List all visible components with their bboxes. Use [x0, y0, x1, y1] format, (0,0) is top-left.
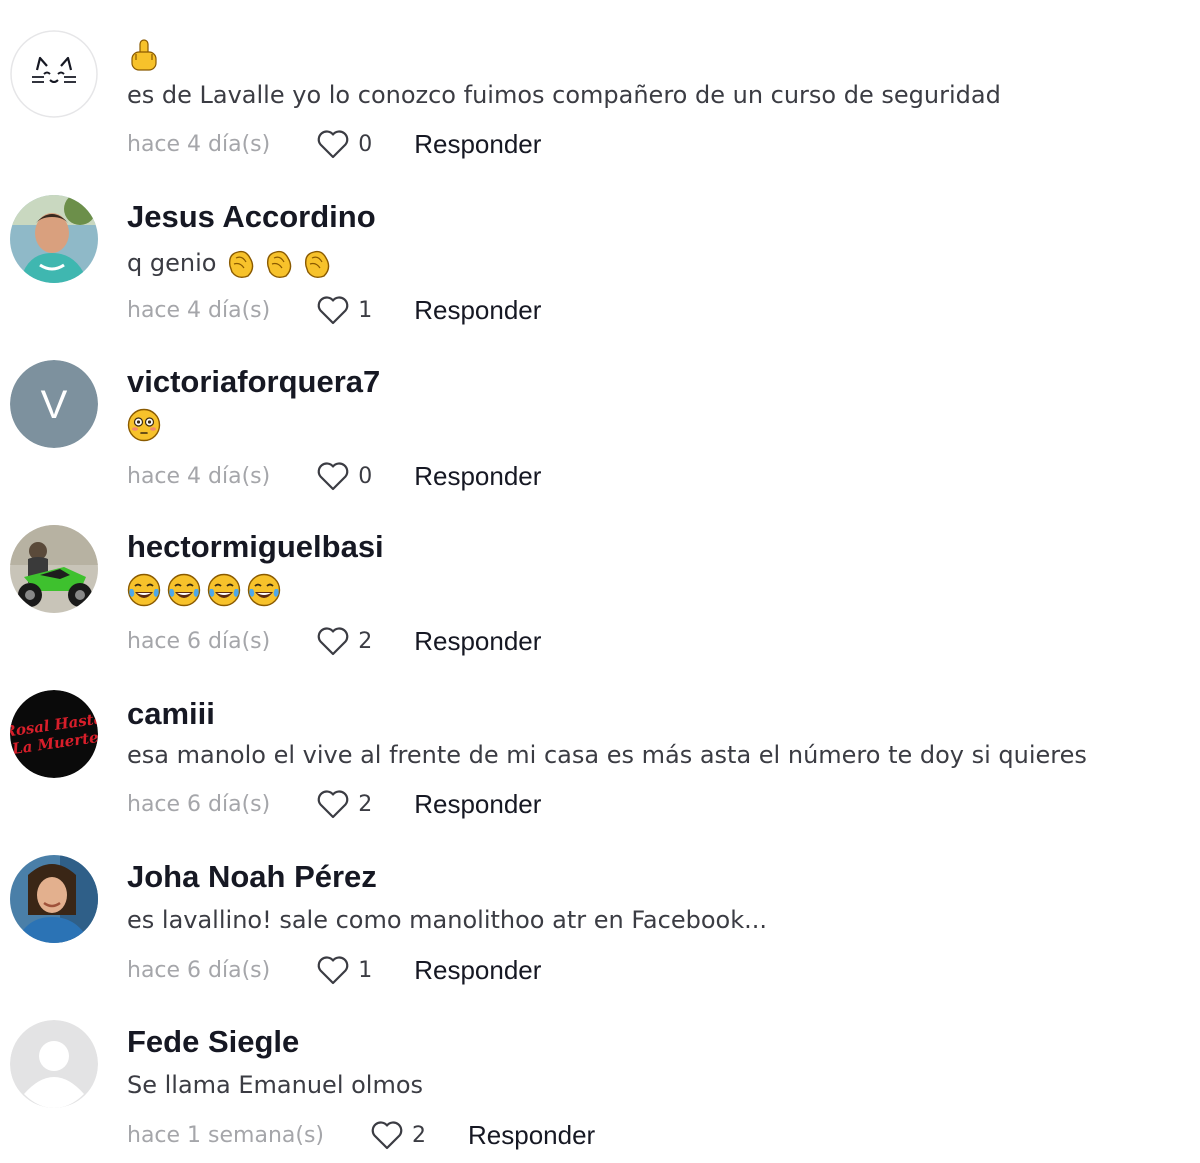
- avatar[interactable]: [10, 195, 98, 283]
- reply-button[interactable]: Responder: [414, 789, 541, 820]
- middle-finger-emoji: [127, 38, 161, 72]
- like-button[interactable]: 2: [316, 788, 372, 820]
- heart-icon: [317, 790, 349, 819]
- motorcycle-photo: [10, 525, 98, 613]
- comment-emoji-line: [127, 573, 281, 607]
- like-button[interactable]: 2: [316, 625, 372, 657]
- comment-meta: hace 1 semana(s) 2 Responder: [127, 1117, 595, 1153]
- comment-meta: hace 4 día(s) 0 Responder: [127, 458, 541, 494]
- reply-button[interactable]: Responder: [414, 955, 541, 986]
- comment-meta: hace 6 día(s) 2 Responder: [127, 786, 541, 822]
- comment-author[interactable]: Fede Siegle: [127, 1024, 299, 1060]
- tears-of-joy-emoji: [207, 573, 241, 607]
- comment-meta: hace 6 día(s) 2 Responder: [127, 623, 541, 659]
- comment-text: es de Lavalle yo lo conozco fuimos compa…: [127, 81, 1001, 109]
- heart-icon: [317, 627, 349, 656]
- comment-author[interactable]: camiii: [127, 696, 215, 732]
- reply-button[interactable]: Responder: [468, 1120, 595, 1151]
- tears-of-joy-emoji: [167, 573, 201, 607]
- user-photo: [10, 195, 98, 283]
- reply-button[interactable]: Responder: [414, 295, 541, 326]
- comment-time: hace 4 día(s): [127, 131, 271, 157]
- comment-time: hace 4 día(s): [127, 297, 271, 323]
- flushed-face-emoji: [127, 408, 161, 442]
- heart-icon: [317, 130, 349, 159]
- like-button[interactable]: 0: [316, 128, 372, 160]
- comment-time: hace 6 día(s): [127, 791, 271, 817]
- reply-button[interactable]: Responder: [414, 129, 541, 160]
- comment-text-line: q genio: [127, 246, 334, 280]
- reply-button[interactable]: Responder: [414, 626, 541, 657]
- letter-avatar: V: [10, 360, 98, 448]
- heart-icon: [371, 1121, 403, 1150]
- avatar[interactable]: [10, 30, 98, 118]
- comment-meta: hace 4 día(s) 0 Responder: [127, 126, 541, 162]
- like-count: 0: [358, 463, 373, 489]
- comment-time: hace 6 día(s): [127, 628, 271, 654]
- comment-text: es lavallino! sale como manolithoo atr e…: [127, 906, 767, 934]
- avatar[interactable]: [10, 855, 98, 943]
- comment-meta: hace 4 día(s) 1 Responder: [127, 292, 541, 328]
- like-button[interactable]: 1: [316, 954, 372, 986]
- heart-icon: [317, 462, 349, 491]
- reply-button[interactable]: Responder: [414, 461, 541, 492]
- comment-time: hace 1 semana(s): [127, 1122, 325, 1148]
- comment-meta: hace 6 día(s) 1 Responder: [127, 952, 541, 988]
- comment-time: hace 4 día(s): [127, 463, 271, 489]
- tears-of-joy-emoji: [127, 573, 161, 607]
- clapping-hands-emoji: [300, 246, 334, 280]
- comment-author[interactable]: Joha Noah Pérez: [127, 859, 377, 895]
- comment-emoji-line: [127, 408, 161, 442]
- like-button[interactable]: 2: [370, 1119, 426, 1151]
- clapping-hands-emoji: [224, 246, 258, 280]
- user-photo: [10, 855, 98, 943]
- avatar[interactable]: [10, 525, 98, 613]
- default-user-icon: [10, 1020, 98, 1108]
- comment-time: hace 6 día(s): [127, 957, 271, 983]
- like-count: 2: [358, 628, 373, 654]
- heart-icon: [317, 296, 349, 325]
- emoji-group: [224, 246, 334, 280]
- comment-author[interactable]: Jesus Accordino: [127, 199, 376, 235]
- avatar[interactable]: [10, 1020, 98, 1108]
- avatar[interactable]: V: [10, 360, 98, 448]
- cat-face-icon: [10, 30, 98, 118]
- comment-author[interactable]: victoriaforquera7: [127, 364, 380, 400]
- comment-text: q genio: [127, 249, 217, 277]
- red-lettering-logo: Rosal Hasta La Muerte: [10, 690, 98, 778]
- like-button[interactable]: 0: [316, 460, 372, 492]
- clapping-hands-emoji: [262, 246, 296, 280]
- comment-author[interactable]: hectormiguelbasi: [127, 529, 384, 565]
- like-count: 2: [358, 791, 373, 817]
- like-count: 2: [412, 1122, 427, 1148]
- like-button[interactable]: 1: [316, 294, 372, 326]
- comment-text: esa manolo el vive al frente de mi casa …: [127, 741, 1087, 769]
- like-count: 0: [358, 131, 373, 157]
- like-count: 1: [358, 297, 373, 323]
- avatar-letter: V: [41, 383, 68, 427]
- comment-emoji-line: [127, 38, 161, 72]
- like-count: 1: [358, 957, 373, 983]
- heart-icon: [317, 956, 349, 985]
- tears-of-joy-emoji: [247, 573, 281, 607]
- avatar[interactable]: Rosal Hasta La Muerte: [10, 690, 98, 778]
- comment-text: Se llama Emanuel olmos: [127, 1071, 424, 1099]
